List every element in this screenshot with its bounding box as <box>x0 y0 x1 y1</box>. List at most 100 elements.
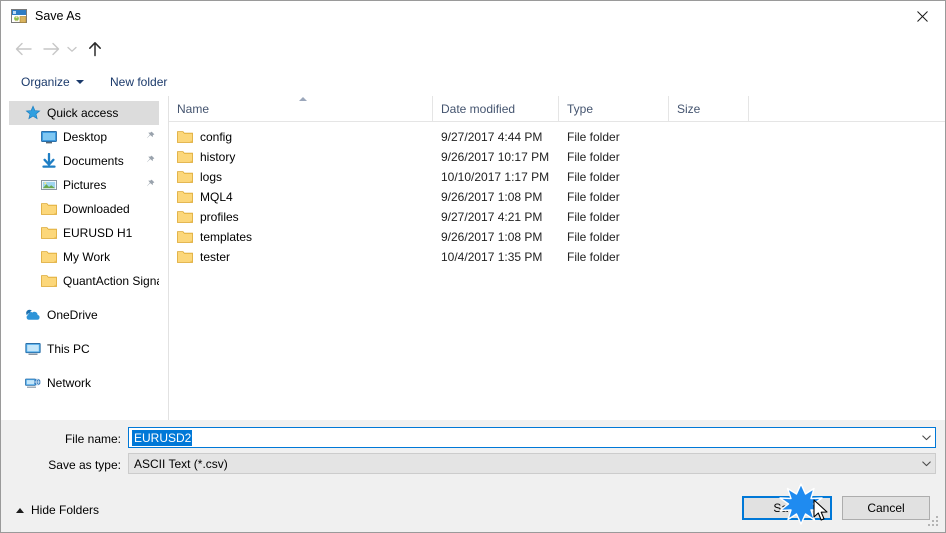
back-arrow-icon <box>15 42 32 56</box>
sidebar-item-desktop[interactable]: Desktop <box>9 125 159 149</box>
recent-locations-button[interactable] <box>63 37 81 61</box>
folder-icon <box>41 201 57 217</box>
file-row-date: 10/4/2017 1:35 PM <box>441 250 543 264</box>
hide-folders-label: Hide Folders <box>31 503 100 517</box>
sidebar-item-label: Downloaded <box>63 202 130 216</box>
sidebar-item-eurusd-h1[interactable]: EURUSD H1 <box>9 221 159 245</box>
folder-icon <box>177 130 193 144</box>
network-icon <box>25 375 41 391</box>
chevron-down-icon <box>67 46 77 52</box>
sidebar-item-downloaded[interactable]: Downloaded <box>9 197 159 221</box>
organize-label: Organize <box>21 75 70 89</box>
sidebar-item-label: Desktop <box>63 130 108 144</box>
folder-icon <box>177 250 193 264</box>
sidebar-item-label: QuantAction Signal <box>63 274 159 288</box>
sidebar-item-label: My Work <box>63 250 111 264</box>
sidebar-item-quantaction-signal[interactable]: QuantAction Signal <box>9 269 159 293</box>
file-row-date: 9/27/2017 4:44 PM <box>441 130 543 144</box>
pin-icon[interactable] <box>146 178 155 192</box>
navigation-pane: Quick access Desktop Documents Pictures Down… <box>1 96 169 420</box>
sidebar-item-label: This PC <box>47 342 90 356</box>
new-folder-label: New folder <box>110 75 168 89</box>
file-row-name: config <box>169 130 433 144</box>
organize-button[interactable]: Organize <box>15 72 90 92</box>
table-row[interactable]: tester 10/4/2017 1:35 PM File folder <box>169 247 945 267</box>
file-name-text: templates <box>200 230 253 244</box>
new-folder-button[interactable]: New folder <box>104 72 173 92</box>
file-row-name: templates <box>169 230 433 244</box>
table-row[interactable]: config 9/27/2017 4:44 PM File folder <box>169 127 945 147</box>
up-arrow-icon <box>89 42 101 57</box>
file-row-name: history <box>169 150 433 164</box>
table-row[interactable]: templates 9/26/2017 1:08 PM File folder <box>169 227 945 247</box>
hide-folders-button[interactable]: Hide Folders <box>13 501 102 519</box>
thispc-icon <box>25 341 41 357</box>
chevron-down-icon <box>922 434 931 440</box>
sidebar-item-network[interactable]: Network <box>9 371 159 395</box>
file-list-pane: Name Date modified Type Size config 9/27/… <box>169 96 945 420</box>
sidebar-item-my-work[interactable]: My Work <box>9 245 159 269</box>
folder-icon <box>177 150 193 164</box>
sidebar-divider <box>1 293 168 303</box>
pin-icon[interactable] <box>146 130 155 144</box>
up-button[interactable] <box>83 37 107 61</box>
column-header-date-modified[interactable]: Date modified <box>433 96 559 121</box>
save-as-type-select[interactable]: ASCII Text (*.csv) <box>128 453 936 474</box>
cancel-button-label: Cancel <box>867 501 905 515</box>
folder-icon <box>41 273 57 289</box>
back-button[interactable] <box>11 37 35 61</box>
table-row[interactable]: logs 10/10/2017 1:17 PM File folder <box>169 167 945 187</box>
sidebar-item-label: Network <box>47 376 92 390</box>
file-name-value: EURUSD2 <box>132 429 193 446</box>
sidebar-item-label: Quick access <box>47 106 119 120</box>
file-name-input[interactable]: EURUSD2 <box>128 427 936 448</box>
sidebar-item-this-pc[interactable]: This PC <box>9 337 159 361</box>
save-button[interactable]: Save <box>742 496 832 520</box>
save-as-type-value: ASCII Text (*.csv) <box>134 456 228 471</box>
chevron-down-icon <box>922 460 931 466</box>
star-icon <box>25 105 41 121</box>
table-row[interactable]: MQL4 9/26/2017 1:08 PM File folder <box>169 187 945 207</box>
column-header-size-label: Size <box>677 101 701 116</box>
title-bar: Save As <box>1 1 945 32</box>
file-row-name: logs <box>169 170 433 184</box>
sidebar-item-label: OneDrive <box>47 308 98 322</box>
sidebar-item-label: EURUSD H1 <box>63 226 133 240</box>
forward-button[interactable] <box>39 37 63 61</box>
file-name-dropdown-button[interactable] <box>918 428 935 447</box>
folder-icon <box>177 230 193 244</box>
folder-icon <box>41 249 57 265</box>
column-header-row: Name Date modified Type Size <box>169 96 945 122</box>
main-area: Quick access Desktop Documents Pictures Down… <box>1 96 945 420</box>
forward-arrow-icon <box>42 42 59 56</box>
column-header-type[interactable]: Type <box>559 96 669 121</box>
sidebar-item-documents[interactable]: Documents <box>9 149 159 173</box>
sidebar-item-label: Documents <box>63 154 124 168</box>
folder-icon <box>177 190 193 204</box>
file-name-label: File name: <box>64 432 121 446</box>
file-row-date: 9/26/2017 1:08 PM <box>441 230 543 244</box>
folder-icon <box>41 225 57 241</box>
documents-icon <box>41 153 57 169</box>
file-row-name: profiles <box>169 210 433 224</box>
cancel-button[interactable]: Cancel <box>842 496 930 520</box>
sidebar-item-quick-access[interactable]: Quick access <box>9 101 159 125</box>
close-icon <box>916 10 928 22</box>
command-bar: Organize New folder ? <box>1 67 945 157</box>
column-header-type-label: Type <box>567 101 594 116</box>
sidebar-item-onedrive[interactable]: OneDrive <box>9 303 159 327</box>
file-row-date: 9/26/2017 10:17 PM <box>441 150 550 164</box>
table-row[interactable]: profiles 9/27/2017 4:21 PM File folder <box>169 207 945 227</box>
column-header-size[interactable]: Size <box>669 96 749 121</box>
close-button[interactable] <box>899 1 945 31</box>
table-row[interactable]: history 9/26/2017 10:17 PM File folder <box>169 147 945 167</box>
save-as-icon <box>11 8 27 24</box>
sidebar-item-pictures[interactable]: Pictures <box>9 173 159 197</box>
pin-icon[interactable] <box>146 154 155 168</box>
sidebar-divider <box>1 327 168 337</box>
save-as-type-dropdown-button[interactable] <box>918 454 935 473</box>
file-row-type: File folder <box>567 150 620 164</box>
pictures-icon <box>41 177 57 193</box>
file-row-type: File folder <box>567 190 620 204</box>
column-header-name[interactable]: Name <box>169 96 433 121</box>
